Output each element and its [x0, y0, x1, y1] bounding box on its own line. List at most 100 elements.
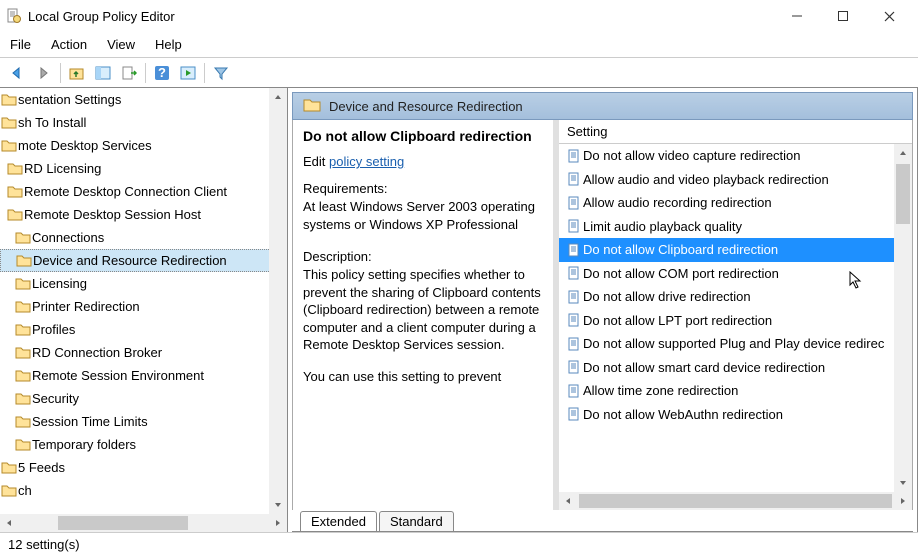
setting-row[interactable]: Do not allow video capture redirection [559, 144, 912, 168]
tree-item-label: Device and Resource Redirection [33, 253, 227, 268]
tree-item-label: sentation Settings [18, 92, 121, 107]
tree-item-label: RD Connection Broker [32, 345, 162, 360]
properties-button[interactable] [176, 61, 200, 85]
scroll-thumb[interactable] [896, 164, 910, 224]
filter-button[interactable] [209, 61, 233, 85]
tree-item[interactable]: Device and Resource Redirection [0, 249, 287, 272]
tree-item-label: ch [18, 483, 32, 498]
setting-row[interactable]: Do not allow COM port redirection [559, 262, 912, 286]
settings-column-header[interactable]: Setting [559, 120, 912, 144]
tree-item[interactable]: 5 Feeds [0, 456, 287, 479]
up-folder-button[interactable] [65, 61, 89, 85]
setting-row[interactable]: Allow time zone redirection [559, 379, 912, 403]
tab-standard-label: Standard [390, 514, 443, 529]
forward-button[interactable] [32, 61, 56, 85]
policy-icon [565, 384, 583, 398]
export-button[interactable] [117, 61, 141, 85]
tree-item[interactable]: RD Licensing [0, 157, 287, 180]
scroll-right-icon[interactable] [894, 496, 912, 506]
selected-setting-title: Do not allow Clipboard redirection [303, 128, 543, 144]
setting-row[interactable]: Do not allow smart card device redirecti… [559, 356, 912, 380]
scroll-thumb[interactable] [579, 494, 892, 508]
policy-icon [565, 313, 583, 327]
tree-item[interactable]: Remote Session Environment [0, 364, 287, 387]
scroll-up-icon[interactable] [894, 144, 912, 162]
scroll-right-icon[interactable] [269, 518, 287, 528]
tab-extended[interactable]: Extended [300, 511, 377, 531]
tree-item[interactable]: Security [0, 387, 287, 410]
setting-row[interactable]: Allow audio recording redirection [559, 191, 912, 215]
menu-help[interactable]: Help [155, 37, 182, 52]
tree-item-label: mote Desktop Services [18, 138, 152, 153]
tree-item[interactable]: Temporary folders [0, 433, 287, 456]
tree-item[interactable]: RD Connection Broker [0, 341, 287, 364]
toolbar-separator [60, 63, 61, 83]
tree-item[interactable]: mote Desktop Services [0, 134, 287, 157]
scroll-left-icon[interactable] [0, 518, 18, 528]
folder-icon [14, 438, 32, 452]
policy-icon [565, 337, 583, 351]
minimize-button[interactable] [774, 0, 820, 32]
setting-row[interactable]: Do not allow Clipboard redirection [559, 238, 912, 262]
tree-item-label: Remote Desktop Connection Client [24, 184, 227, 199]
tree-item-label: Licensing [32, 276, 87, 291]
menu-action[interactable]: Action [51, 37, 87, 52]
setting-row[interactable]: Do not allow LPT port redirection [559, 309, 912, 333]
tree-item[interactable]: ch [0, 479, 287, 502]
folder-icon [0, 93, 18, 107]
close-button[interactable] [866, 0, 912, 32]
folder-icon [303, 97, 321, 116]
setting-label: Do not allow supported Plug and Play dev… [583, 336, 884, 351]
policy-icon [565, 219, 583, 233]
tab-extended-label: Extended [311, 514, 366, 529]
tree-item[interactable]: sentation Settings [0, 88, 287, 111]
toolbar-separator [204, 63, 205, 83]
tree-item[interactable]: Profiles [0, 318, 287, 341]
setting-row[interactable]: Do not allow WebAuthn redirection [559, 403, 912, 427]
scroll-thumb[interactable] [58, 516, 188, 530]
setting-row[interactable]: Do not allow drive redirection [559, 285, 912, 309]
tree-body[interactable]: sentation Settings sh To Install mote Desk… [0, 88, 287, 514]
tree-item[interactable]: Session Time Limits [0, 410, 287, 433]
menu-view[interactable]: View [107, 37, 135, 52]
tree-item[interactable]: sh To Install [0, 111, 287, 134]
tree-item-label: Remote Desktop Session Host [24, 207, 201, 222]
maximize-button[interactable] [820, 0, 866, 32]
tree-item-label: RD Licensing [24, 161, 101, 176]
setting-row[interactable]: Allow audio and video playback redirecti… [559, 168, 912, 192]
scroll-down-icon[interactable] [269, 496, 287, 514]
tree-item[interactable]: Remote Desktop Session Host [0, 203, 287, 226]
tree-item[interactable]: Printer Redirection [0, 295, 287, 318]
requirements-text: At least Windows Server 2003 operating s… [303, 198, 543, 233]
menu-file[interactable]: File [10, 37, 31, 52]
tree-item[interactable]: Remote Desktop Connection Client [0, 180, 287, 203]
requirements-heading: Requirements: [303, 181, 543, 196]
tree-item[interactable]: Licensing [0, 272, 287, 295]
tree-item-label: Printer Redirection [32, 299, 140, 314]
scroll-up-icon[interactable] [269, 88, 287, 106]
settings-vertical-scrollbar[interactable] [894, 144, 912, 492]
setting-row[interactable]: Limit audio playback quality [559, 215, 912, 239]
tree-horizontal-scrollbar[interactable] [0, 514, 287, 532]
toolbar: ? [0, 58, 918, 88]
folder-icon [0, 461, 18, 475]
setting-label: Do not allow Clipboard redirection [583, 242, 778, 257]
tree-vertical-scrollbar[interactable] [269, 88, 287, 514]
back-button[interactable] [6, 61, 30, 85]
scroll-left-icon[interactable] [559, 496, 577, 506]
policy-icon [565, 243, 583, 257]
setting-row[interactable]: Do not allow supported Plug and Play dev… [559, 332, 912, 356]
settings-rows[interactable]: Do not allow video capture redirectionAl… [559, 144, 912, 492]
show-hide-tree-button[interactable] [91, 61, 115, 85]
edit-policy-link[interactable]: policy setting [329, 154, 404, 169]
setting-label: Limit audio playback quality [583, 219, 742, 234]
settings-horizontal-scrollbar[interactable] [559, 492, 912, 510]
tree-item-label: Connections [32, 230, 104, 245]
tree-item[interactable]: Connections [0, 226, 287, 249]
scroll-down-icon[interactable] [894, 474, 912, 492]
description-heading: Description: [303, 249, 543, 264]
description-more: You can use this setting to prevent [303, 368, 543, 386]
help-button[interactable]: ? [150, 61, 174, 85]
setting-label: Do not allow COM port redirection [583, 266, 779, 281]
tab-standard[interactable]: Standard [379, 511, 454, 531]
